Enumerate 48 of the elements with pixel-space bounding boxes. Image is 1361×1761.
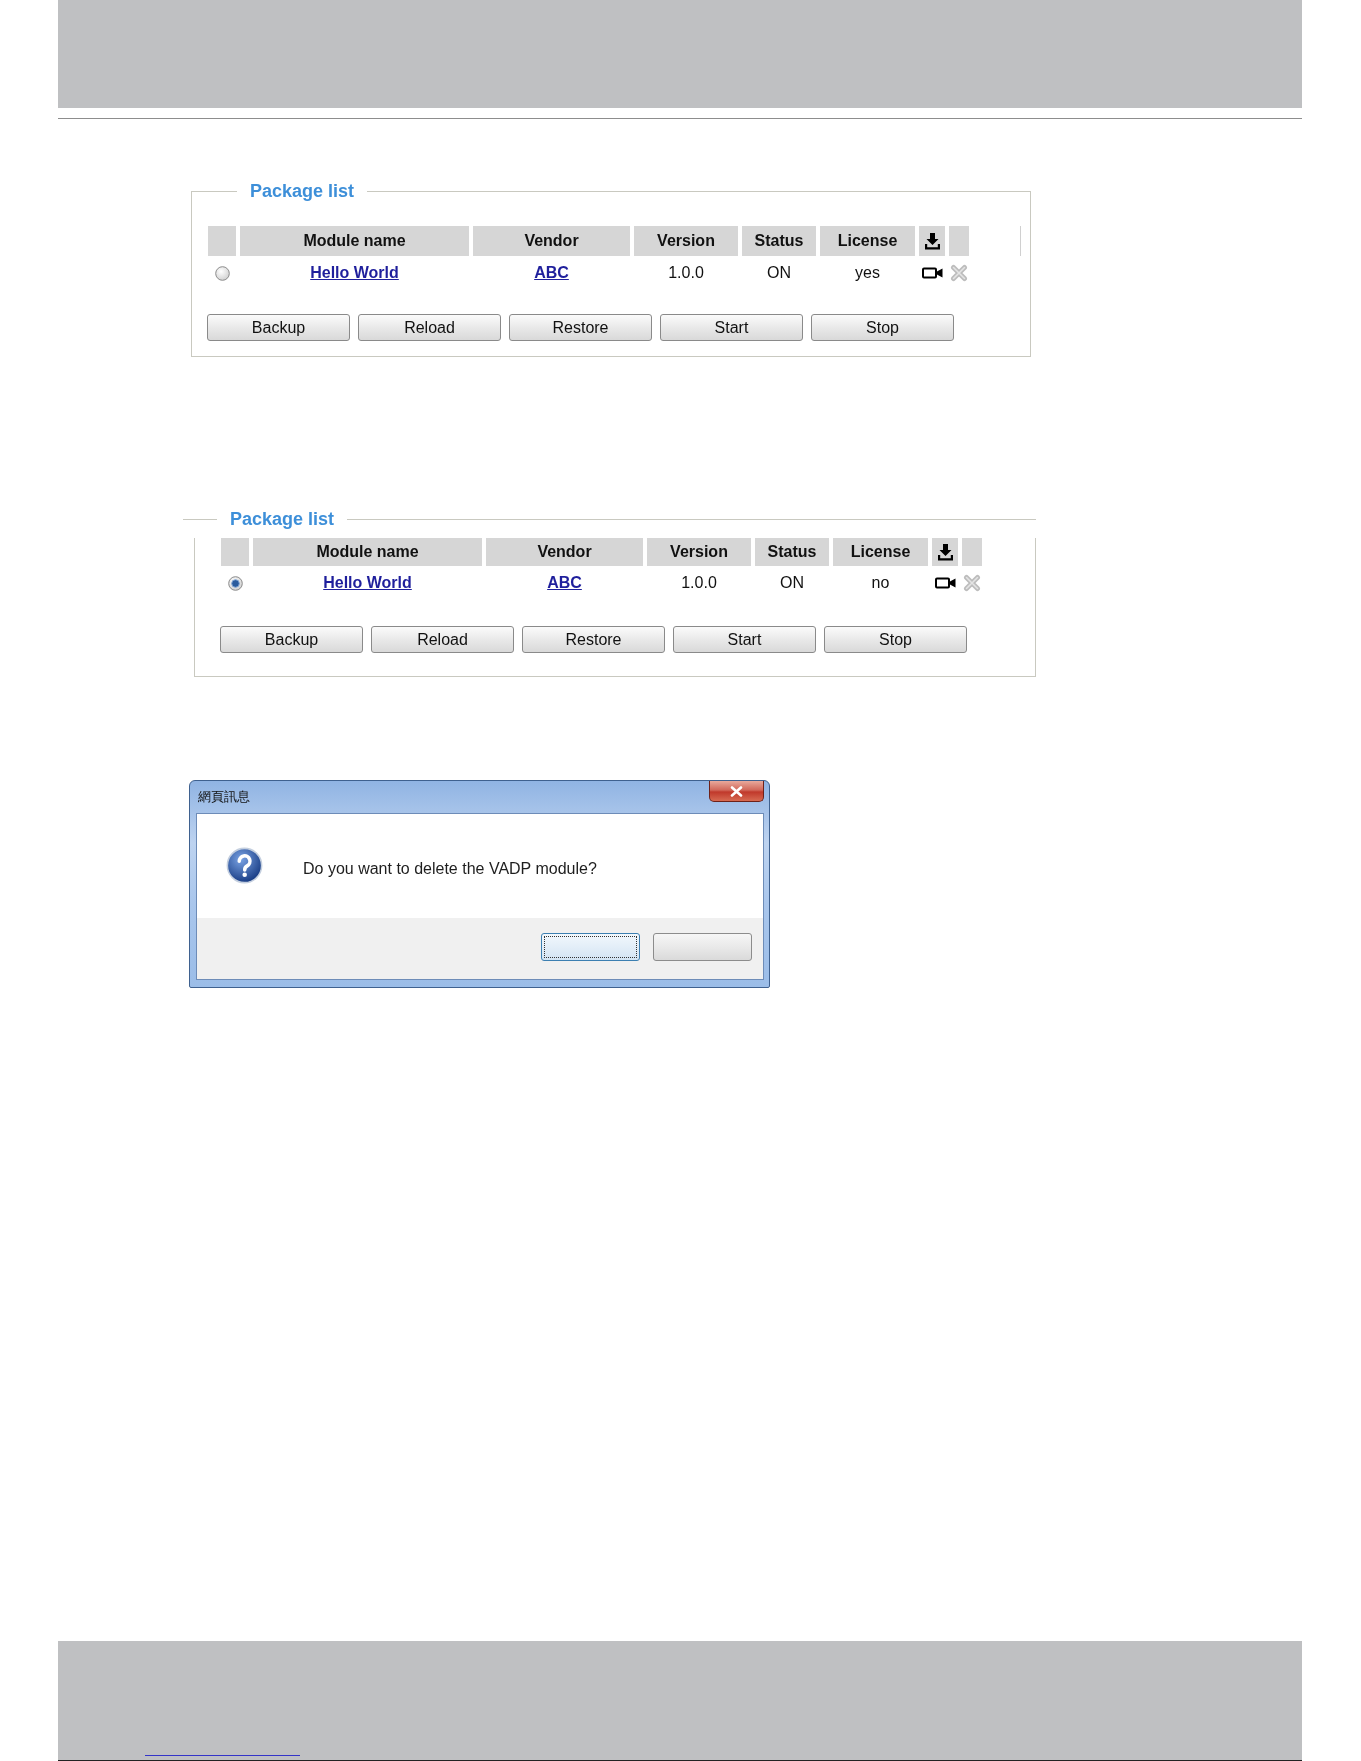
action-button[interactable]: Reload <box>371 626 514 653</box>
action-button[interactable]: Restore <box>522 626 665 653</box>
action-button[interactable]: Start <box>660 314 803 341</box>
dialog-button[interactable] <box>541 933 640 961</box>
column-header: Vendor <box>473 226 630 256</box>
download-icon[interactable] <box>923 232 941 250</box>
module-link[interactable]: Hello World <box>323 574 412 592</box>
column-header: License <box>833 538 928 566</box>
panel-legend: Package list <box>217 508 348 530</box>
video-camera-icon[interactable] <box>921 267 943 279</box>
column-header: Version <box>634 226 738 256</box>
action-button[interactable]: Stop <box>811 314 954 341</box>
column-header: Module name <box>253 538 482 566</box>
column-header <box>221 538 249 566</box>
radio-button[interactable] <box>227 575 243 591</box>
panel-legend: Package list <box>237 180 368 202</box>
column-header: Module name <box>240 226 469 256</box>
column-header: Vendor <box>486 538 643 566</box>
table-cell-text: yes <box>854 263 881 283</box>
question-icon <box>226 847 263 884</box>
action-button[interactable]: Stop <box>824 626 967 653</box>
column-header <box>208 226 236 256</box>
video-camera-icon[interactable] <box>934 577 956 589</box>
module-link[interactable]: Hello World <box>310 264 399 282</box>
action-button[interactable]: Backup <box>220 626 363 653</box>
column-header <box>949 226 969 256</box>
action-button[interactable]: Start <box>673 626 816 653</box>
column-header: Version <box>647 538 751 566</box>
dialog-title: 網頁訊息 <box>198 788 250 806</box>
action-button[interactable]: Restore <box>509 314 652 341</box>
table-cell-text: 1.0.0 <box>667 263 705 283</box>
table-cell-text: 1.0.0 <box>680 573 718 593</box>
vendor-link[interactable]: ABC <box>547 574 582 592</box>
action-button[interactable]: Backup <box>207 314 350 341</box>
action-button[interactable]: Reload <box>358 314 501 341</box>
dialog-message: Do you want to delete the VADP module? <box>303 859 597 879</box>
column-header: Status <box>755 538 829 566</box>
column-header <box>962 538 982 566</box>
table-cell-text: ON <box>779 573 805 593</box>
close-icon <box>730 785 743 797</box>
column-header: Status <box>742 226 816 256</box>
column-header: License <box>820 226 915 256</box>
table-cell-text: ON <box>766 263 792 283</box>
radio-button[interactable] <box>214 265 230 281</box>
vendor-link[interactable]: ABC <box>534 264 569 282</box>
close-button[interactable] <box>709 781 764 802</box>
download-icon[interactable] <box>936 543 954 561</box>
table-cell-text: no <box>870 573 891 593</box>
